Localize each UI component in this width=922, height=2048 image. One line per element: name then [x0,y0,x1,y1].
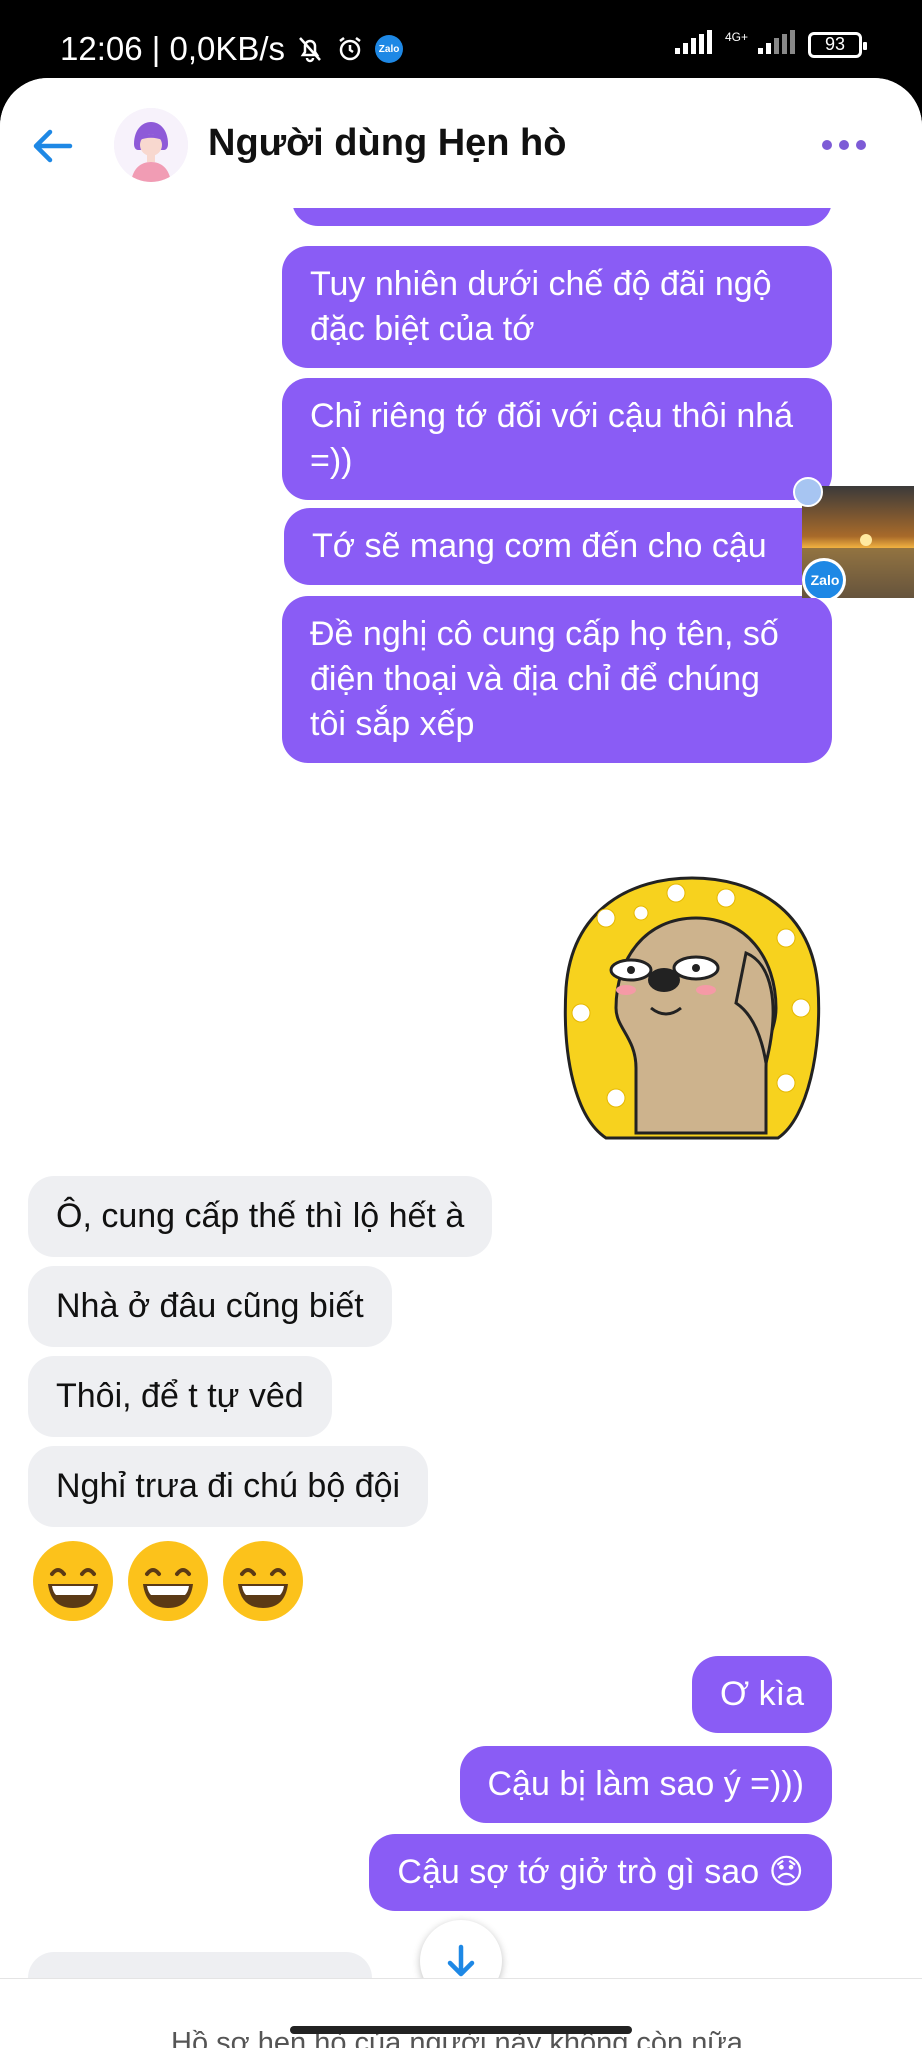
grinning-emoji-icon [223,1541,303,1621]
message-incoming-partial[interactable] [28,1952,372,1978]
chat-header: Người dùng Hẹn hò [0,78,922,208]
message-incoming[interactable]: Ô, cung cấp thế thì lộ hết à [28,1176,493,1257]
arrow-down-icon [447,1944,475,1977]
message-text: Nhà ở đâu cũng biết [56,1287,364,1325]
alarm-icon [335,34,365,64]
battery-icon: 93 [808,31,867,58]
network-type: 4G+ [724,29,748,44]
message-text: Nghỉ trưa đi chú bộ đội [56,1467,401,1505]
dog-sticker[interactable] [556,868,828,1140]
message-text: Cậu sợ tớ giở trò gì sao 😞 [397,1853,804,1891]
status-left: 12:06 | 0,0KB/s Zalo [60,30,404,68]
signal-icon [674,30,715,59]
status-right: 4G+ 93 [674,29,867,59]
message-outgoing[interactable]: Chỉ riêng tớ đối với cậu thôi nhá =)) [282,378,832,500]
message-list[interactable]: Tuy nhiên dưới chế độ đãi ngộ đặc biệt c… [0,208,922,1978]
status-time-speed: 12:06 | 0,0KB/s [60,30,286,67]
message-outgoing[interactable]: Tuy nhiên dưới chế độ đãi ngộ đặc biệt c… [282,246,832,368]
app-surface: Người dùng Hẹn hò Tuy nhiên dưới chế độ … [0,78,922,2048]
back-arrow-icon[interactable] [26,120,78,172]
message-incoming[interactable]: Nghỉ trưa đi chú bộ đội [28,1446,429,1527]
message-outgoing-partial[interactable] [292,208,832,226]
message-text: Chỉ riêng tớ đối với cậu thôi nhá =)) [310,397,794,480]
message-text: Cậu bị làm sao ý =))) [487,1765,805,1803]
message-text: Ơ kìa [720,1675,804,1713]
message-incoming[interactable]: Nhà ở đâu cũng biết [28,1266,392,1347]
message-text: Thôi, để t tự vêd [56,1377,304,1415]
grinning-emoji-icon [33,1541,113,1621]
message-outgoing[interactable]: Ơ kìa [692,1656,832,1733]
message-text: Ô, cung cấp thế thì lộ hết à [56,1197,465,1235]
signal-2-icon [758,30,798,59]
chat-title: Người dùng Hẹn hò [208,122,567,164]
message-outgoing[interactable]: Tớ sẽ mang cơm đến cho cậu [284,508,832,585]
avatar[interactable] [114,108,188,182]
mute-bell-icon [295,34,325,64]
message-text: Tuy nhiên dưới chế độ đãi ngộ đặc biệt c… [310,265,772,348]
more-options-icon[interactable] [822,130,870,160]
zalo-notification-icon: Zalo [375,35,404,63]
message-text: Tớ sẽ mang cơm đến cho cậu [312,527,767,565]
scroll-down-button[interactable] [420,1920,502,1978]
message-incoming[interactable]: Thôi, để t tự vêd [28,1356,332,1437]
message-text: Đề nghị cô cung cấp họ tên, số điện thoạ… [310,615,779,743]
status-bar: 12:06 | 0,0KB/s Zalo 4G+ 93 [0,0,922,80]
home-indicator[interactable] [290,2026,632,2034]
message-outgoing[interactable]: Cậu bị làm sao ý =))) [459,1746,832,1823]
emoji-message[interactable] [30,1538,306,1624]
message-outgoing[interactable]: Cậu sợ tớ giở trò gì sao 😞 [369,1834,832,1911]
footer-notice: Hồ sơ hẹn hò của người này không còn nữa… [0,1978,922,2048]
zalo-badge-label: Zalo [810,572,840,588]
message-outgoing[interactable]: Đề nghị cô cung cấp họ tên, số điện thoạ… [282,596,832,763]
grinning-emoji-icon [128,1541,208,1621]
zalo-chat-head[interactable]: Zalo [790,472,914,602]
